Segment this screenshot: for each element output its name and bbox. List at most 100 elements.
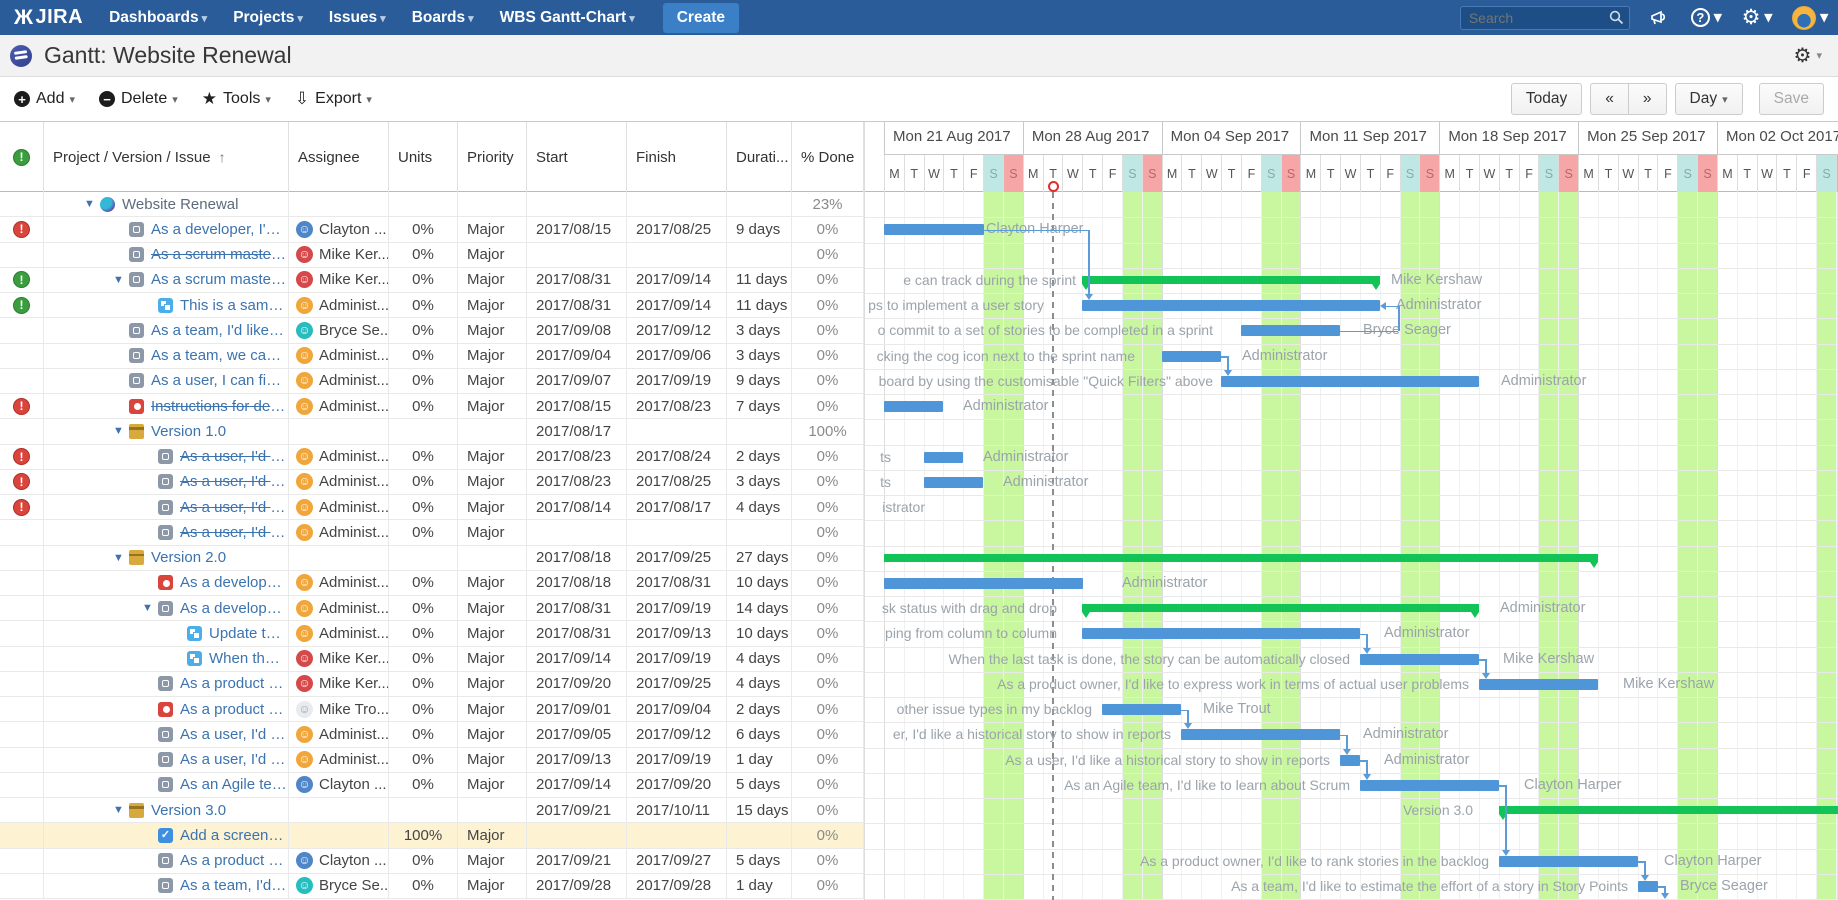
column-header-project-version-issue[interactable]: Project / Version / Issue↑ <box>44 122 289 192</box>
table-row[interactable]: As a product owner, I'...☺Mike Ker...0%M… <box>0 672 864 697</box>
admin-gear-menu[interactable]: ⚙▾ <box>1742 7 1773 28</box>
nav-item-boards[interactable]: Boards▾ <box>412 9 474 27</box>
export-button[interactable]: ⇩Export▾ <box>295 89 372 109</box>
table-row[interactable]: Update task status ...☺Administ...0%Majo… <box>0 621 864 646</box>
task-bar[interactable] <box>1499 856 1638 867</box>
expand-caret-icon[interactable]: ▼ <box>142 602 158 614</box>
task-bar[interactable] <box>1360 780 1499 791</box>
column-header-start[interactable]: Start <box>527 122 627 192</box>
expand-caret-icon[interactable]: ▼ <box>113 552 129 564</box>
table-row[interactable]: As a user, I'd like a hist...☺Administ..… <box>0 748 864 773</box>
zoom-level-button[interactable]: Day▾ <box>1675 83 1743 115</box>
table-row[interactable]: ▼As a developer, I can u...☺Administ...0… <box>0 596 864 621</box>
nav-item-issues[interactable]: Issues▾ <box>329 9 386 27</box>
issue-link[interactable]: Website Renewal <box>122 196 238 213</box>
task-bar[interactable] <box>1082 300 1380 311</box>
scroll-left-button[interactable]: « <box>1590 83 1629 115</box>
issue-link[interactable]: As a product owner, I'... <box>180 675 288 692</box>
today-button[interactable]: Today <box>1511 83 1582 115</box>
delete-button[interactable]: −Delete▾ <box>99 90 178 108</box>
issue-link[interactable]: As a user, I can find impor... <box>151 372 288 389</box>
issue-link[interactable]: As a developer, I can u... <box>180 600 288 617</box>
nav-item-wbs-gantt-chart[interactable]: WBS Gantt-Chart▾ <box>500 9 635 27</box>
table-row[interactable]: !As a user, I'd like a hist...☺Administ.… <box>0 470 864 495</box>
nav-item-projects[interactable]: Projects▾ <box>233 9 303 27</box>
issue-link[interactable]: As a user, I'd like a hist... <box>180 448 288 465</box>
table-row[interactable]: As a scrum master, I can s...☺Mike Ker..… <box>0 243 864 268</box>
issue-link[interactable]: As a team, I'd like to es... <box>180 877 288 894</box>
issue-link[interactable]: As a user, I'd like a hist... <box>180 473 288 490</box>
task-bar[interactable] <box>884 224 984 235</box>
table-row[interactable]: ▼Version 1.02017/08/17100% <box>0 419 864 444</box>
column-header--done[interactable]: % Done <box>792 122 864 192</box>
table-row[interactable]: !Instructions for deleting t...☺Administ… <box>0 394 864 419</box>
table-row[interactable]: !As a developer, I'd like to ...☺Clayton… <box>0 217 864 242</box>
table-row[interactable]: As a team, I'd like to es...☺Bryce Se...… <box>0 874 864 899</box>
task-bar[interactable] <box>884 578 1083 589</box>
table-row[interactable]: !This is a sample task. T...☺Administ...… <box>0 293 864 318</box>
expand-caret-icon[interactable]: ▼ <box>84 198 100 210</box>
task-bar[interactable] <box>1181 729 1340 740</box>
scroll-right-button[interactable]: » <box>1628 83 1667 115</box>
issue-link[interactable]: Version 2.0 <box>151 549 226 566</box>
issue-link[interactable]: As a developer, I can u... <box>180 574 288 591</box>
user-menu[interactable]: ▾ <box>1792 6 1828 30</box>
table-row[interactable]: ▼Website Renewal23% <box>0 192 864 217</box>
task-bar[interactable] <box>884 401 943 412</box>
task-bar[interactable] <box>1340 755 1360 766</box>
save-button[interactable]: Save <box>1759 83 1824 115</box>
nav-item-dashboards[interactable]: Dashboards▾ <box>109 9 207 27</box>
table-row[interactable]: ▼Version 3.02017/09/212017/10/1115 days0… <box>0 798 864 823</box>
column-header-finish[interactable]: Finish <box>627 122 727 192</box>
column-header-durati-[interactable]: Durati... <box>727 122 792 192</box>
table-row[interactable]: As an Agile team, I'd lik...☺Clayton ...… <box>0 773 864 798</box>
help-menu[interactable]: ?▾ <box>1691 8 1722 27</box>
tools-button[interactable]: ★Tools▾ <box>202 89 271 109</box>
expand-caret-icon[interactable]: ▼ <box>113 804 129 816</box>
issue-link[interactable]: As a product owner, I'... <box>180 701 288 718</box>
issue-link[interactable]: As a developer, I'd like to ... <box>151 221 288 238</box>
task-bar[interactable] <box>924 477 983 488</box>
task-bar[interactable] <box>1102 704 1181 715</box>
summary-bar[interactable] <box>1082 604 1479 612</box>
issue-link[interactable]: As a user, I'd like a hist... <box>180 524 288 541</box>
jira-logo[interactable]: Ж JIRA <box>14 6 83 30</box>
column-header-units[interactable]: Units <box>389 122 458 192</box>
chart-settings-menu[interactable]: ⚙▾ <box>1794 43 1822 68</box>
search-input[interactable] <box>1460 6 1630 30</box>
task-bar[interactable] <box>1360 654 1479 665</box>
table-row[interactable]: !▼As a scrum master, I'd like ...☺Mike K… <box>0 268 864 293</box>
issue-link[interactable]: As a scrum master, I'd like ... <box>151 271 288 288</box>
expand-caret-icon[interactable]: ▼ <box>113 425 129 437</box>
issue-link[interactable]: As a user, I'd like a hist... <box>180 751 288 768</box>
table-row[interactable]: As a product owner, I'...☺Clayton ...0%M… <box>0 849 864 874</box>
table-row[interactable]: ▼Version 2.02017/08/182017/09/2527 days0… <box>0 546 864 571</box>
add-button[interactable]: +Add▾ <box>14 90 75 108</box>
table-row[interactable]: As a user, I can find impor...☺Administ.… <box>0 369 864 394</box>
table-row[interactable]: As a team, I'd like to com...☺Bryce Se..… <box>0 318 864 343</box>
table-row[interactable]: !As a user, I'd like a hist...☺Administ.… <box>0 445 864 470</box>
issue-link[interactable]: Version 3.0 <box>151 802 226 819</box>
summary-bar[interactable] <box>1082 276 1380 284</box>
issue-link[interactable]: This is a sample task. T... <box>180 297 288 314</box>
table-row[interactable]: As a product owner, I'...☺Mike Tro...0%M… <box>0 697 864 722</box>
task-bar[interactable] <box>1082 628 1360 639</box>
expand-caret-icon[interactable]: ▼ <box>113 274 129 286</box>
issue-link[interactable]: As a scrum master, I can s... <box>151 246 288 263</box>
table-row[interactable]: As a team, we can finish t...☺Administ..… <box>0 344 864 369</box>
issue-link[interactable]: As a product owner, I'... <box>180 852 288 869</box>
issue-link[interactable]: As a user, I'd like a hist... <box>180 499 288 516</box>
issue-link[interactable]: Update task status ... <box>209 625 288 642</box>
table-row[interactable]: !As a user, I'd like a hist...☺Administ.… <box>0 495 864 520</box>
issue-link[interactable]: Version 1.0 <box>151 423 226 440</box>
issue-link[interactable]: Instructions for deleting t... <box>151 398 288 415</box>
issue-link[interactable]: When the last task ... <box>209 650 288 667</box>
issue-link[interactable]: As a team, I'd like to com... <box>151 322 288 339</box>
task-bar[interactable] <box>1221 376 1479 387</box>
create-button[interactable]: Create <box>663 3 739 33</box>
table-row[interactable]: As a user, I'd like a hist...☺Administ..… <box>0 722 864 747</box>
task-bar[interactable] <box>924 452 963 463</box>
issue-link[interactable]: As a team, we can finish t... <box>151 347 288 364</box>
table-row[interactable]: As a developer, I can u...☺Administ...0%… <box>0 571 864 596</box>
issue-link[interactable]: As a user, I'd like a hist... <box>180 726 288 743</box>
